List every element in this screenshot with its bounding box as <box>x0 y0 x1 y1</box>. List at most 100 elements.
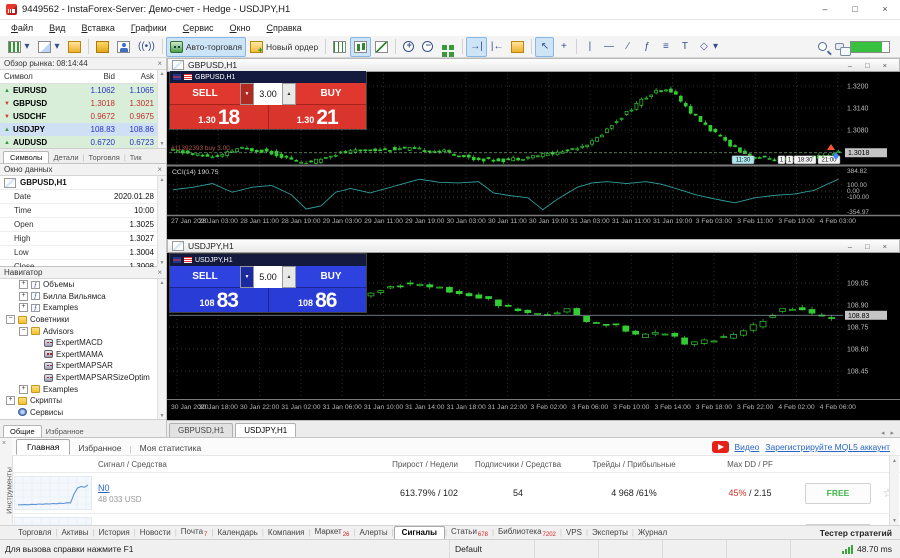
free-button[interactable]: FREE <box>805 483 871 504</box>
volume-value[interactable]: 3.00 <box>254 83 282 105</box>
toolbox-tab-эксперты[interactable]: Эксперты <box>588 528 632 537</box>
buy-button[interactable]: BUY <box>296 266 366 288</box>
tab-scroll-left-icon[interactable]: ◂ <box>881 429 885 437</box>
new-chart-button[interactable]: ▾ <box>4 37 34 57</box>
toolbox-tab-сигналы[interactable]: Сигналы <box>394 526 445 539</box>
navigator-item-советники[interactable]: −Советники <box>0 314 166 326</box>
close-icon[interactable]: × <box>157 165 162 174</box>
scroll-up-icon[interactable]: ▲ <box>160 280 165 286</box>
community-button[interactable] <box>113 37 134 57</box>
chat-button[interactable] <box>831 37 848 57</box>
shapes-tool-button[interactable]: ◇▾ <box>694 37 722 57</box>
indicators-button[interactable] <box>507 37 528 57</box>
column-symbol[interactable]: Символ <box>0 72 80 81</box>
navigator-item-advisors[interactable]: −Advisors <box>0 325 166 337</box>
column-subscribers-funds[interactable]: Подписчики / Средства <box>468 460 568 469</box>
zoom-out-button[interactable] <box>418 37 437 57</box>
signals-tab-my-statistics[interactable]: Моя статистика <box>132 441 210 455</box>
autotrade-toggle[interactable]: Авто-торговля <box>166 37 246 57</box>
column-signal-funds[interactable]: Сигнал / Средства <box>92 460 350 469</box>
sell-price[interactable]: 10883 <box>170 288 268 312</box>
maximize-button[interactable]: □ <box>865 242 870 251</box>
navigator-item-объемы[interactable]: +ƒОбъемы <box>0 279 166 291</box>
zoom-in-button[interactable] <box>399 37 418 57</box>
search-button[interactable] <box>814 37 831 57</box>
sell-button[interactable]: SELL <box>170 83 240 105</box>
vertical-line-tool-button[interactable]: | <box>580 37 599 57</box>
volume-down-button[interactable]: ▼ <box>240 266 254 288</box>
scroll-up-icon[interactable]: ▲ <box>160 71 165 77</box>
market-button[interactable] <box>92 37 113 57</box>
column-trades-profitable[interactable]: Трейды / Прибыльные <box>568 460 700 469</box>
expand-plus-icon[interactable]: + <box>19 292 28 301</box>
scroll-up-icon[interactable]: ▲ <box>892 458 897 464</box>
navigator-item-сервисы[interactable]: Сервисы <box>0 407 166 419</box>
menu-графики[interactable]: Графики <box>123 20 175 36</box>
menu-вид[interactable]: Вид <box>41 20 73 36</box>
signal-row[interactable]: Prospector Scalper EA301.54% / 912653 43… <box>12 514 900 525</box>
toolbox-tab-библиотека[interactable]: Библиотека7202 <box>494 527 560 539</box>
chevron-down-icon[interactable]: ▾ <box>712 41 718 53</box>
new-order-button[interactable]: Новый ордер <box>246 37 322 57</box>
horizontal-line-tool-button[interactable]: — <box>599 37 618 57</box>
toolbox-tab-алерты[interactable]: Алерты <box>355 528 391 537</box>
navigator-item-expertmapsar[interactable]: ExpertMAPSAR <box>0 360 166 372</box>
signals-broadcast-button[interactable]: ((•)) <box>134 37 159 57</box>
minimize-button[interactable]: – <box>810 0 840 19</box>
scroll-down-icon[interactable]: ▼ <box>160 141 165 147</box>
volume-value[interactable]: 5.00 <box>254 266 282 288</box>
column-bid[interactable]: Bid <box>80 72 119 81</box>
navigator-item-expertmapsarsizeoptim[interactable]: ExpertMAPSARSizeOptim <box>0 372 166 384</box>
toolbox-tab-активы[interactable]: Активы <box>58 528 93 537</box>
statusbar-latency[interactable]: 48.70 ms <box>842 544 900 554</box>
register-mql5-link[interactable]: Зарегистрируйте MQL5 аккаунт <box>765 442 890 452</box>
chevron-down-icon[interactable]: ▾ <box>24 41 30 53</box>
tab-детали[interactable]: Детали <box>49 152 82 163</box>
minimize-button[interactable]: – <box>848 61 852 70</box>
close-button[interactable]: × <box>883 242 887 251</box>
tab-избранное[interactable]: Избранное <box>42 426 88 437</box>
scroll-up-icon[interactable]: ▲ <box>160 177 165 183</box>
chart-tab-gbpusd-h1[interactable]: GBPUSD,H1 <box>169 423 233 437</box>
navigator-item-examples[interactable]: +Examples <box>0 383 166 395</box>
toolbox-tab-компания[interactable]: Компания <box>264 528 309 537</box>
chart-shift-button[interactable]: |← <box>487 37 508 57</box>
close-icon[interactable]: × <box>2 440 6 447</box>
collapse-minus-icon[interactable]: − <box>19 327 28 336</box>
volume-up-button[interactable]: ▲ <box>282 266 296 288</box>
buy-button[interactable]: BUY <box>296 83 366 105</box>
menu-сервис[interactable]: Сервис <box>175 20 222 36</box>
channel-tool-button[interactable]: ≡ <box>656 37 675 57</box>
fibonacci-tool-button[interactable]: ƒ <box>637 37 656 57</box>
close-button[interactable]: × <box>883 61 887 70</box>
video-link[interactable]: Видео <box>735 442 760 452</box>
expand-plus-icon[interactable]: + <box>19 303 28 312</box>
strategy-tester-label[interactable]: Тестер стратегий <box>820 528 900 538</box>
signal-row[interactable]: N048 033 USD613.79% / 102544 968 /61%45%… <box>12 473 900 514</box>
menu-окно[interactable]: Окно <box>222 20 259 36</box>
column-ask[interactable]: Ask <box>119 72 158 81</box>
navigator-item-expertmama[interactable]: ExpertMAMA <box>0 349 166 361</box>
toolbox-tab-история[interactable]: История <box>95 528 134 537</box>
menu-вставка[interactable]: Вставка <box>73 20 122 36</box>
data-window-scrollbar[interactable]: ▲▼ <box>157 176 166 267</box>
market-watch-row-usdchf[interactable]: ▼USDCHF0.96720.9675 <box>0 110 166 123</box>
collapse-minus-icon[interactable]: − <box>6 315 15 324</box>
statusbar-profile[interactable]: Default <box>450 540 535 558</box>
trendline-tool-button[interactable]: ∕ <box>618 37 637 57</box>
sell-price[interactable]: 1.3018 <box>170 105 268 129</box>
market-watch-row-gbpusd[interactable]: ▼GBPUSD1.30181.3021 <box>0 97 166 110</box>
market-watch-row-eurusd[interactable]: ▲EURUSD1.10621.1065 <box>0 84 166 97</box>
menu-справка[interactable]: Справка <box>258 20 309 36</box>
signals-tab-favorites[interactable]: Избранное <box>70 441 129 455</box>
signals-scrollbar[interactable]: ▲▼ <box>889 456 899 525</box>
tab-общие[interactable]: Общие <box>3 425 42 437</box>
maximize-button[interactable]: □ <box>865 61 870 70</box>
buy-price[interactable]: 1.3021 <box>268 105 367 129</box>
column-growth-weeks[interactable]: Прирост / Недели <box>350 460 468 469</box>
scroll-down-icon[interactable]: ▼ <box>892 518 897 524</box>
toolbox-tab-журнал[interactable]: Журнал <box>634 528 671 537</box>
navigator-item-скрипты[interactable]: +Скрипты <box>0 395 166 407</box>
tab-тик[interactable]: Тик <box>126 152 146 163</box>
line-chart-mode-button[interactable] <box>371 37 392 57</box>
